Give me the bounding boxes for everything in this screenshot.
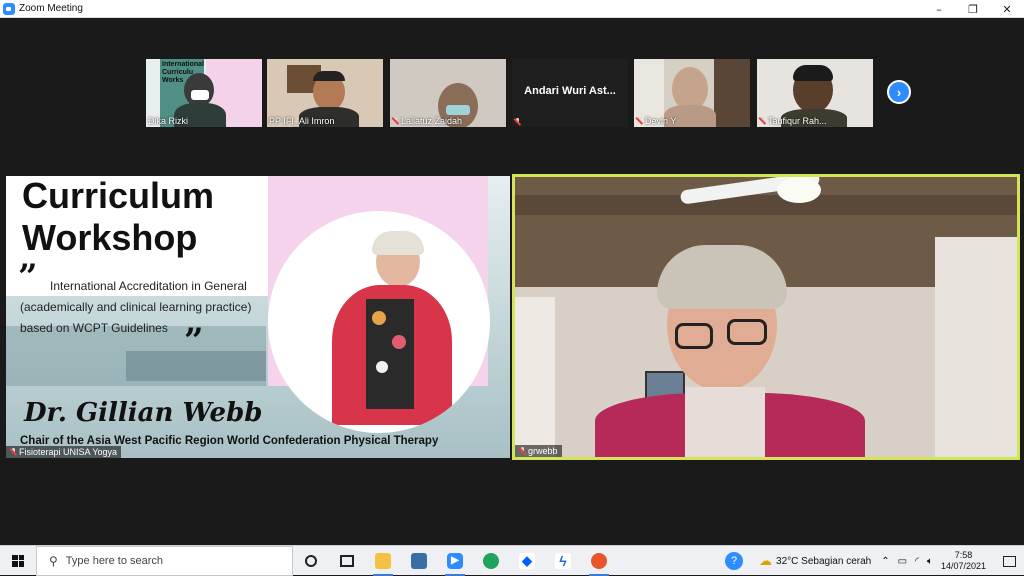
muted-mic-icon — [10, 448, 17, 456]
participant-name: Lailatuz Zaidah — [392, 116, 462, 126]
participant-tile[interactable]: Taufiqur Rah... — [757, 59, 873, 127]
file-explorer-icon[interactable] — [365, 546, 401, 576]
participant-label: grwebb — [515, 445, 562, 457]
participant-status — [514, 118, 521, 126]
participant-name: Taufiqur Rah... — [759, 116, 827, 126]
active-speaker-tile[interactable]: grwebb — [512, 174, 1020, 460]
windows-logo-icon — [12, 554, 24, 567]
search-placeholder: Type here to search — [65, 554, 164, 567]
window-title: Zoom Meeting — [19, 3, 83, 14]
speaker-photo — [268, 211, 490, 433]
weather-icon: ☁ — [759, 553, 773, 568]
slide-text: International — [162, 61, 205, 68]
zoom-icon[interactable]: ▶ — [437, 546, 473, 576]
edge-icon[interactable] — [473, 546, 509, 576]
chevron-up-icon[interactable]: ⌃ — [881, 556, 889, 567]
muted-mic-icon — [636, 117, 643, 125]
zoom-app-icon — [3, 2, 15, 15]
participant-tile[interactable]: International Curriculu Works Dika Rizki — [146, 59, 262, 127]
help-icon[interactable]: ? — [725, 552, 744, 570]
taskbar-search[interactable]: ⚲ Type here to search — [36, 545, 293, 576]
next-page-button[interactable]: › — [887, 80, 911, 104]
search-icon: ⚲ — [49, 553, 58, 568]
window-titlebar: Zoom Meeting – ❐ ✕ — [0, 0, 1024, 18]
participant-name: PP IFI_Ali Imron — [269, 116, 335, 126]
participant-display-name: Andari Wuri Ast... — [524, 85, 616, 97]
muted-mic-icon — [392, 117, 399, 125]
meeting-area: International Curriculu Works Dika Rizki… — [0, 18, 1024, 540]
minimize-button[interactable]: – — [922, 0, 956, 18]
chevron-right-icon: › — [896, 84, 902, 100]
close-button[interactable]: ✕ — [990, 0, 1024, 18]
close-quote: ” — [184, 321, 204, 361]
participant-tile[interactable]: Lailatuz Zaidah — [390, 59, 506, 127]
start-button[interactable] — [0, 546, 36, 576]
maximize-button[interactable]: ❐ — [956, 0, 990, 18]
system-tray: ? ☁ 32°C Sebagian cerah ⌃ ▭ ◜ 🔈︎ 7:58 14… — [725, 546, 1024, 576]
notifications-icon[interactable] — [994, 555, 1024, 567]
presentation-tile[interactable]: Curriculum Workshop ” International Accr… — [6, 176, 510, 458]
host-label: Fisioterapi UNISA Yogya — [6, 446, 122, 458]
speaker-name: Dr. Gillian Webb — [24, 398, 263, 428]
dropbox-icon[interactable]: ◆ — [509, 546, 545, 576]
firefox-icon[interactable] — [581, 546, 617, 576]
slide-title: Curriculum — [22, 176, 215, 216]
weather-text[interactable]: 32°C Sebagian cerah — [776, 556, 871, 567]
muted-mic-icon — [519, 447, 526, 455]
windows-taskbar: ⚲ Type here to search ▶ ◆ ϟ ? ☁ 32°C Seb… — [0, 545, 1024, 576]
app-icon[interactable]: ϟ — [545, 546, 581, 576]
participant-tile[interactable]: Devin Y — [634, 59, 750, 127]
wifi-icon[interactable]: ◜ — [915, 556, 919, 567]
muted-mic-icon — [514, 118, 521, 126]
store-icon[interactable] — [401, 546, 437, 576]
taskbar-clock[interactable]: 7:58 14/07/2021 — [941, 550, 986, 572]
participant-tile[interactable]: Andari Wuri Ast... — [512, 59, 628, 127]
slide-title: Workshop — [22, 217, 198, 258]
task-view-icon[interactable] — [329, 546, 365, 576]
participant-name: Dika Rizki — [148, 116, 189, 126]
battery-icon[interactable]: ▭ — [898, 556, 907, 567]
slide-body: International Accreditation in General (… — [20, 279, 252, 335]
muted-mic-icon — [759, 117, 766, 125]
volume-icon[interactable]: 🔈︎ — [927, 556, 933, 567]
cortana-icon[interactable] — [293, 546, 329, 576]
participant-name: Devin Y — [636, 116, 676, 126]
participant-tile[interactable]: PP IFI_Ali Imron — [267, 59, 383, 127]
